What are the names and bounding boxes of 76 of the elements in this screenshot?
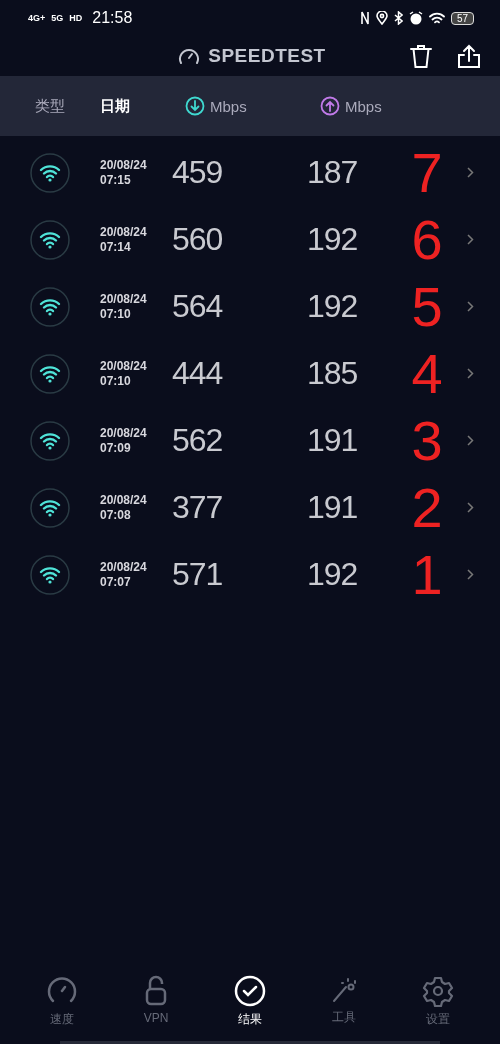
download-speed: 564 bbox=[172, 288, 223, 324]
checkmark-icon bbox=[234, 975, 266, 1007]
chevron-icon[interactable] bbox=[467, 502, 474, 513]
annotation-number: 7 bbox=[410, 144, 444, 201]
padlock-icon bbox=[144, 975, 168, 1007]
wifi-icon bbox=[428, 11, 445, 25]
nav-tab[interactable]: 设置 bbox=[408, 969, 468, 1037]
test-date: 20/08/24 bbox=[100, 358, 148, 374]
annotation-number: 2 bbox=[410, 479, 444, 536]
network-indicator: HD bbox=[69, 13, 83, 23]
location-icon bbox=[375, 11, 388, 25]
bluetooth-icon bbox=[393, 11, 403, 25]
settings-icon bbox=[422, 975, 454, 1007]
annotation-number: 5 bbox=[410, 278, 444, 335]
test-time: 07:10 bbox=[100, 306, 132, 322]
column-header[interactable]: Mbps bbox=[210, 97, 247, 115]
annotation-number: 1 bbox=[410, 546, 444, 603]
wifi-icon bbox=[30, 286, 70, 327]
download-speed: 459 bbox=[172, 154, 223, 190]
nav-tab[interactable]: 工具 bbox=[314, 969, 374, 1037]
clock: 21:58 bbox=[92, 9, 133, 27]
magic-wand-icon bbox=[330, 975, 358, 1005]
alarm-icon bbox=[408, 11, 423, 25]
test-time: 07:14 bbox=[100, 239, 132, 255]
chevron-icon[interactable] bbox=[467, 368, 474, 379]
upload-speed: 192 bbox=[307, 288, 358, 324]
nav-tab[interactable]: 结果 bbox=[220, 969, 280, 1037]
wifi-icon bbox=[30, 353, 70, 394]
chevron-icon[interactable] bbox=[467, 569, 474, 580]
test-date: 20/08/24 bbox=[100, 224, 148, 240]
test-time: 07:07 bbox=[100, 574, 132, 590]
chevron-icon[interactable] bbox=[467, 435, 474, 446]
column-header[interactable]: Mbps bbox=[345, 97, 382, 115]
nav-tab[interactable]: 速度 bbox=[32, 969, 92, 1037]
upload-speed: 185 bbox=[307, 355, 358, 391]
upload-speed: 191 bbox=[307, 489, 358, 525]
test-time: 07:15 bbox=[100, 172, 132, 188]
chevron-icon[interactable] bbox=[467, 234, 474, 245]
column-header[interactable]: 类型 bbox=[35, 96, 65, 116]
nav-tab[interactable]: VPN bbox=[126, 969, 186, 1037]
test-date: 20/08/24 bbox=[100, 291, 148, 307]
share-button[interactable] bbox=[458, 44, 480, 68]
test-date: 20/08/24 bbox=[100, 157, 148, 173]
upload-speed: 192 bbox=[307, 556, 358, 592]
upload-speed: 192 bbox=[307, 221, 358, 257]
wifi-icon bbox=[30, 152, 70, 193]
download-speed: 562 bbox=[172, 422, 223, 458]
download-speed: 377 bbox=[172, 489, 223, 525]
test-time: 07:10 bbox=[100, 373, 132, 389]
annotation-number: 4 bbox=[410, 345, 444, 402]
download-speed: 560 bbox=[172, 221, 223, 257]
wifi-icon bbox=[30, 420, 70, 461]
nfc-icon bbox=[359, 11, 370, 25]
network-indicator: 4G+ bbox=[28, 13, 46, 23]
test-time: 07:09 bbox=[100, 440, 132, 456]
annotation-number: 6 bbox=[410, 211, 444, 268]
column-header[interactable]: 日期 bbox=[100, 96, 130, 116]
test-date: 20/08/24 bbox=[100, 425, 148, 441]
app-title: SPEEDTEST bbox=[208, 45, 326, 67]
network-indicator: 5G bbox=[51, 13, 64, 23]
test-date: 20/08/24 bbox=[100, 492, 148, 508]
chevron-icon[interactable] bbox=[467, 167, 474, 178]
wifi-icon bbox=[30, 487, 70, 528]
download-speed: 444 bbox=[172, 355, 223, 391]
download-speed: 571 bbox=[172, 556, 223, 592]
annotation-number: 3 bbox=[410, 412, 444, 469]
wifi-icon bbox=[30, 554, 70, 595]
test-date: 20/08/24 bbox=[100, 559, 148, 575]
battery-level: 57 bbox=[450, 11, 474, 25]
gauge-icon bbox=[178, 47, 201, 65]
wifi-icon bbox=[30, 219, 70, 260]
test-time: 07:08 bbox=[100, 507, 132, 523]
upload-speed: 187 bbox=[307, 154, 358, 190]
delete-button[interactable] bbox=[410, 44, 432, 68]
chevron-icon[interactable] bbox=[467, 301, 474, 312]
upload-speed: 191 bbox=[307, 422, 358, 458]
